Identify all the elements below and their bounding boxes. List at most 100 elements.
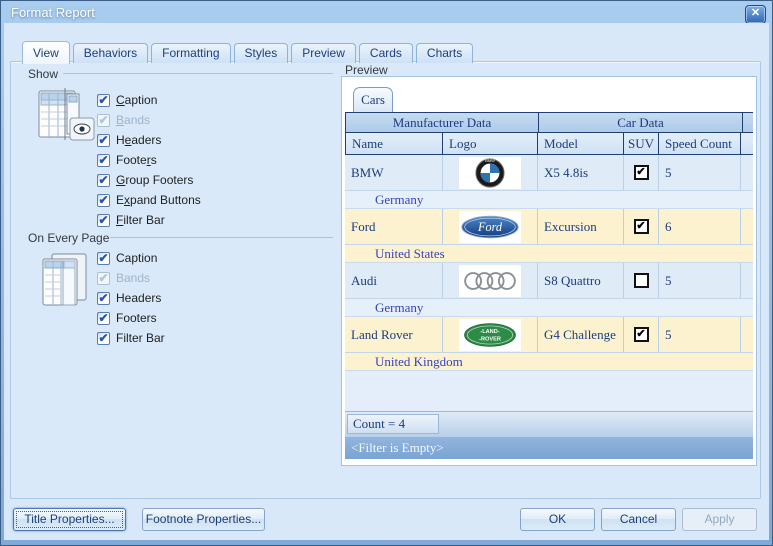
tab-preview[interactable]: Preview xyxy=(291,43,356,63)
cell-suv xyxy=(624,209,659,244)
grid-band-row: Manufacturer Data Car Data xyxy=(345,112,753,133)
filter-bar: <Filter is Empty> xyxy=(345,437,753,459)
cell-model: Excursion xyxy=(538,209,624,244)
checkbox-label: Expand Buttons xyxy=(116,193,201,207)
cell-suv xyxy=(624,155,659,190)
cell-model: G4 Challenge xyxy=(538,317,624,352)
cell-logo: BMW xyxy=(443,155,538,190)
checkbox-show-expand-buttons[interactable]: Expand Buttons xyxy=(97,192,201,208)
svg-text:Ford: Ford xyxy=(477,220,503,234)
checkbox-icon xyxy=(97,271,110,285)
apply-button: Apply xyxy=(682,508,757,531)
checkbox-label: Caption xyxy=(116,93,158,107)
table-row: Land Rover -LAND- -ROVER G4 Challenge 5 xyxy=(345,317,753,353)
checkbox-everypage-footers[interactable]: Footers xyxy=(97,310,157,326)
grid-caption-row: Cars xyxy=(345,80,753,112)
cell-speed-count: 5 xyxy=(659,263,741,298)
tab-strip: View Behaviors Formatting Styles Preview… xyxy=(22,40,474,64)
checkbox-label: Filter Bar xyxy=(116,213,165,227)
column-header-suv: SUV xyxy=(624,133,659,154)
dialog-title: Format Report xyxy=(11,5,95,20)
checkbox-everypage-filter-bar[interactable]: Filter Bar xyxy=(97,330,165,346)
column-header-speed-count: Speed Count xyxy=(659,133,741,154)
checkbox-show-headers[interactable]: Headers xyxy=(97,132,161,148)
group-row: United States xyxy=(345,245,753,263)
every-page-group-title: On Every Page xyxy=(28,231,110,245)
tab-view[interactable]: View xyxy=(22,41,70,64)
checkbox-icon xyxy=(97,193,110,207)
grid-footer: Count = 4 xyxy=(345,411,753,437)
band-filler xyxy=(743,113,753,132)
show-icon xyxy=(36,88,98,146)
suv-checkbox-icon xyxy=(633,165,649,180)
show-group-line xyxy=(63,73,333,74)
cell-logo: Ford xyxy=(443,209,538,244)
header-filler xyxy=(741,133,753,154)
column-header-name: Name xyxy=(345,133,443,154)
tab-charts[interactable]: Charts xyxy=(415,43,474,63)
title-properties-button[interactable]: Title Properties... xyxy=(13,508,126,531)
cancel-button[interactable]: Cancel xyxy=(601,508,676,531)
cell-logo: -LAND- -ROVER xyxy=(443,317,538,352)
checkbox-everypage-bands: Bands xyxy=(97,270,150,286)
bmw-logo: BMW xyxy=(459,156,521,189)
cell-suv xyxy=(624,317,659,352)
suv-checkbox-icon xyxy=(633,327,649,342)
on-every-page-icon xyxy=(36,251,94,309)
checkbox-label: Bands xyxy=(116,113,151,127)
tab-behaviors[interactable]: Behaviors xyxy=(72,43,149,63)
cell-suv xyxy=(624,263,659,298)
audi-logo xyxy=(459,264,521,297)
cell-model: S8 Quattro xyxy=(538,263,624,298)
close-icon[interactable]: ✕ xyxy=(745,5,766,24)
group-row: Germany xyxy=(345,299,753,317)
column-header-model: Model xyxy=(538,133,624,154)
every-page-group-line xyxy=(110,237,333,238)
checkbox-icon xyxy=(97,213,110,227)
checkbox-show-filter-bar[interactable]: Filter Bar xyxy=(97,212,165,228)
checkbox-show-group-footers[interactable]: Group Footers xyxy=(97,172,193,188)
checkbox-everypage-headers[interactable]: Headers xyxy=(97,290,161,306)
landrover-logo: -LAND- -ROVER xyxy=(459,318,521,351)
checkbox-icon xyxy=(97,311,110,325)
checkbox-label: Filter Bar xyxy=(116,331,165,345)
preview-label: Preview xyxy=(345,63,388,77)
checkbox-icon xyxy=(97,133,110,147)
tab-styles[interactable]: Styles xyxy=(233,43,289,63)
grid-caption-tab: Cars xyxy=(353,87,393,112)
checkbox-icon xyxy=(97,291,110,305)
cell-name: BMW xyxy=(345,155,443,190)
checkbox-icon xyxy=(97,113,110,127)
cell-logo xyxy=(443,263,538,298)
tab-formatting[interactable]: Formatting xyxy=(151,43,231,63)
checkbox-icon xyxy=(97,93,110,107)
footer-summary: Count = 4 xyxy=(347,414,439,434)
checkbox-everypage-caption[interactable]: Caption xyxy=(97,250,157,266)
band-car-data: Car Data xyxy=(539,113,743,132)
checkbox-label: Group Footers xyxy=(116,173,194,187)
tab-cards[interactable]: Cards xyxy=(358,43,413,63)
checkbox-show-caption[interactable]: Caption xyxy=(97,92,157,108)
cell-speed-count: 5 xyxy=(659,155,741,190)
checkbox-icon xyxy=(97,331,110,345)
cell-name: Ford xyxy=(345,209,443,244)
checkbox-label: Headers xyxy=(116,291,162,305)
group-row: Germany xyxy=(345,191,753,209)
svg-text:BMW: BMW xyxy=(485,158,495,163)
checkbox-label: Bands xyxy=(116,271,151,285)
checkbox-label: Footers xyxy=(116,311,157,325)
grid-empty-area xyxy=(345,371,753,411)
checkbox-show-bands: Bands xyxy=(97,112,150,128)
band-manufacturer-data: Manufacturer Data xyxy=(345,113,539,132)
svg-text:-ROVER: -ROVER xyxy=(479,336,501,342)
svg-text:-LAND-: -LAND- xyxy=(480,329,499,335)
cell-speed-count: 6 xyxy=(659,209,741,244)
table-row: Audi S8 Quattro 5 xyxy=(345,263,753,299)
suv-checkbox-icon xyxy=(633,219,649,234)
grid-header-row: Name Logo Model SUV Speed Count xyxy=(345,133,753,155)
footnote-properties-button[interactable]: Footnote Properties... xyxy=(142,508,265,531)
ok-button[interactable]: OK xyxy=(520,508,595,531)
checkbox-icon xyxy=(97,173,110,187)
checkbox-show-footers[interactable]: Footers xyxy=(97,152,157,168)
group-row: United Kingdom xyxy=(345,353,753,371)
